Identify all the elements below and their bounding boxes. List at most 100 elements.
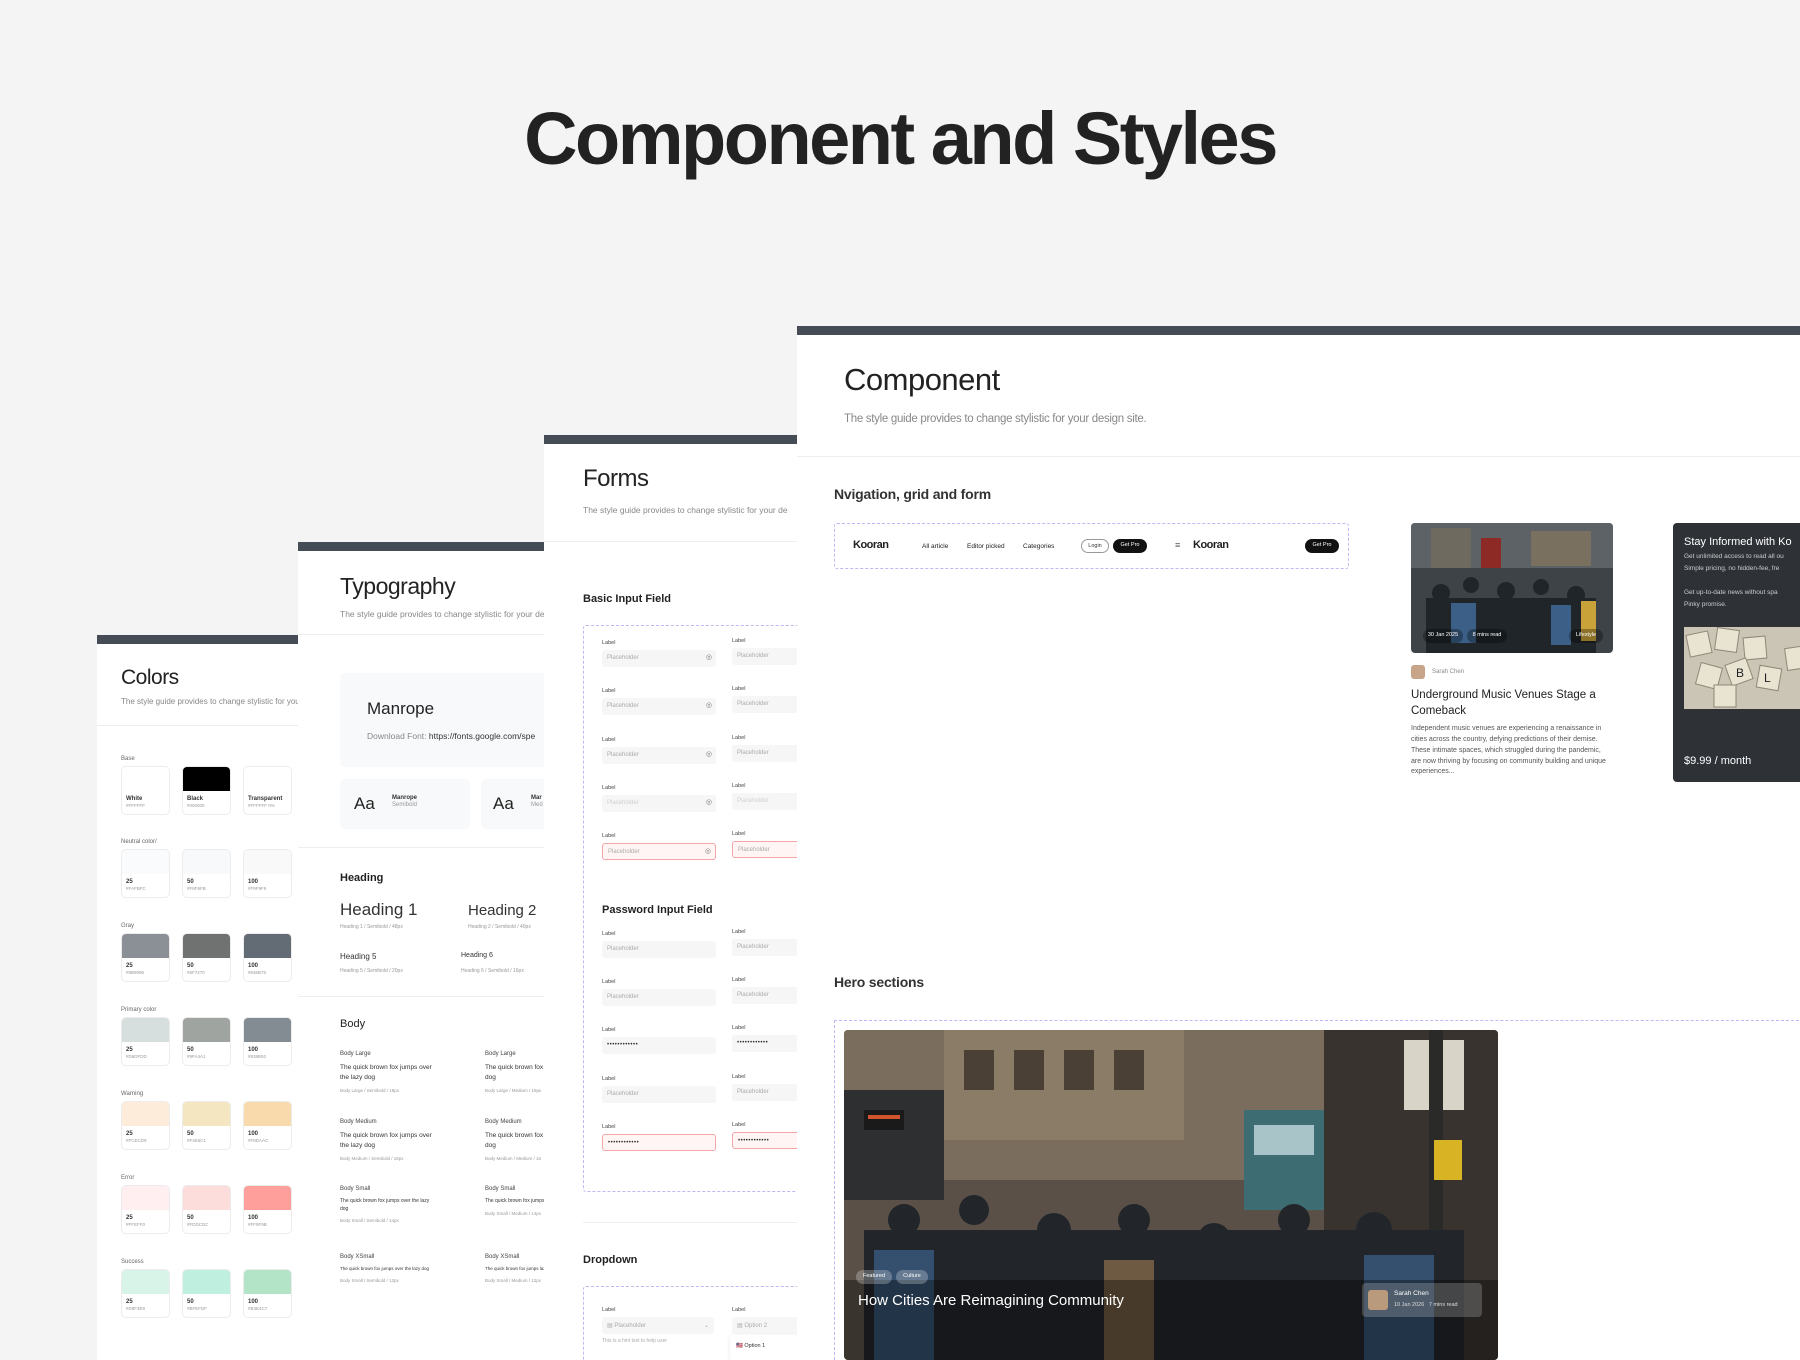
color-swatch[interactable]: 50 #9FA4A1 xyxy=(182,1017,231,1066)
eye-icon[interactable]: ◎ xyxy=(706,701,712,709)
password-input[interactable]: •••••••••••• xyxy=(602,1134,716,1151)
color-swatch[interactable]: Black #000000 xyxy=(182,766,231,815)
password-input[interactable]: Placeholder xyxy=(602,941,716,958)
password-input[interactable]: Placeholder xyxy=(732,987,802,1004)
color-caption: 100 #636B75 xyxy=(248,963,266,977)
nav-logo[interactable]: Kooran xyxy=(853,539,889,551)
input-placeholder: Placeholder xyxy=(608,849,640,855)
text-input[interactable]: Placeholder xyxy=(732,841,802,858)
login-button[interactable]: Login xyxy=(1081,539,1109,553)
sample-name: Manrope xyxy=(392,795,418,801)
color-swatch[interactable]: 25 #FCECD9 xyxy=(121,1101,170,1150)
body-section-title: Body xyxy=(340,1018,366,1030)
text-input[interactable]: Placeholder ◎ xyxy=(602,747,716,764)
text-input[interactable]: Placeholder ◎ xyxy=(602,698,716,715)
text-input[interactable]: Placeholder ◎ xyxy=(602,795,716,812)
text-input[interactable]: Placeholder ◎ xyxy=(602,843,716,860)
heading-6-meta: Heading 6 / Semibold / 16px xyxy=(461,968,524,974)
promo-line: Simple pricing, no hidden-fee, fre xyxy=(1684,565,1780,572)
field-label: Label xyxy=(602,931,616,937)
color-caption: Black #000000 xyxy=(187,796,205,810)
color-name: 50 xyxy=(187,962,194,969)
text-input[interactable]: Placeholder ◎ xyxy=(602,650,716,667)
color-chip xyxy=(244,934,291,958)
color-swatch[interactable]: 50 #FDDCDC xyxy=(182,1185,231,1234)
get-pro-button-mobile[interactable]: Get Pro xyxy=(1305,539,1339,553)
divider xyxy=(298,847,554,848)
card-tag[interactable]: Lifestyle xyxy=(1569,629,1603,643)
color-group-label: Base xyxy=(121,756,135,762)
aa-sample: Aa xyxy=(493,794,514,813)
article-card-image[interactable]: 30 Jan 2025 8 mins read Lifestyle xyxy=(1411,523,1613,653)
eye-icon[interactable]: ◎ xyxy=(706,798,712,806)
dropdown-select[interactable]: ▤ Placeholder ⌄ xyxy=(602,1317,714,1334)
color-swatch[interactable]: 100 #838B93 xyxy=(243,1017,292,1066)
password-input[interactable]: •••••••••••• xyxy=(732,1132,802,1149)
color-swatch[interactable]: 25 #8B9096 xyxy=(121,933,170,982)
input-placeholder: Placeholder xyxy=(607,655,639,661)
color-chip xyxy=(183,850,230,874)
color-hex: #8B9096 xyxy=(126,969,145,975)
color-chip xyxy=(244,767,291,791)
color-swatch[interactable]: 100 #F9F9F9 xyxy=(243,849,292,898)
pricing-promo-card[interactable]: Stay Informed with Ko Get unlimited acce… xyxy=(1673,523,1800,782)
color-hex: #FFEFF0 xyxy=(126,1221,146,1227)
dropdown-select-open[interactable]: ▤ Option 2 xyxy=(732,1317,802,1334)
password-input[interactable]: Placeholder xyxy=(602,1086,716,1103)
color-group-label: Success xyxy=(121,1259,144,1265)
color-group-label: Gray xyxy=(121,923,135,929)
eye-icon[interactable]: ◎ xyxy=(706,653,712,661)
option-1[interactable]: Option 1 xyxy=(744,1343,765,1349)
color-swatch[interactable]: White #FFFFFF xyxy=(121,766,170,815)
page-title: Component and Styles xyxy=(524,97,1278,180)
password-input[interactable]: •••••••••••• xyxy=(732,1035,802,1052)
color-swatch[interactable]: 25 #FFEFF0 xyxy=(121,1185,170,1234)
download-link[interactable]: https://fonts.google.com/spe xyxy=(429,731,535,741)
color-swatch[interactable]: 25 #D8F3E8 xyxy=(121,1269,170,1318)
eye-icon[interactable]: ◎ xyxy=(705,847,711,855)
nav-link-categories[interactable]: Categories xyxy=(1023,543,1054,550)
text-input[interactable]: Placeholder xyxy=(732,793,802,810)
color-swatch[interactable]: 100 #F8DAAC xyxy=(243,1101,292,1150)
color-swatch[interactable]: 50 #F4E6C1 xyxy=(182,1101,231,1150)
hero-tag-featured[interactable]: Featured xyxy=(856,1270,892,1284)
color-name: 100 xyxy=(248,962,259,969)
color-swatch[interactable]: 25 #D6DFDD xyxy=(121,1017,170,1066)
color-hex: #F8DAAC xyxy=(248,1137,269,1143)
menu-icon[interactable]: ≡ xyxy=(1175,540,1180,550)
color-swatch[interactable]: 100 #B3E4C7 xyxy=(243,1269,292,1318)
password-input[interactable]: Placeholder xyxy=(732,939,802,956)
password-input[interactable]: Placeholder xyxy=(602,989,716,1006)
color-swatch[interactable]: Transparent #FFFFFF 0% xyxy=(243,766,292,815)
color-swatch[interactable]: 100 #636B75 xyxy=(243,933,292,982)
password-input[interactable]: Placeholder xyxy=(732,1084,802,1101)
color-hex: #636B75 xyxy=(248,969,267,975)
text-input[interactable]: Placeholder xyxy=(732,696,802,713)
get-pro-button[interactable]: Get Pro xyxy=(1113,539,1147,553)
hero-title[interactable]: How Cities Are Reimagining Community xyxy=(858,1292,1124,1309)
color-swatch[interactable]: 100 #FF9F9B xyxy=(243,1185,292,1234)
color-swatch[interactable]: 50 #6F7270 xyxy=(182,933,231,982)
card-title[interactable]: Underground Music Venues Stage a Comebac… xyxy=(1411,688,1606,719)
color-swatch[interactable]: 50 #BFEFDF xyxy=(182,1269,231,1318)
color-hex: #FAFBFC xyxy=(126,885,146,891)
password-input[interactable]: •••••••••••• xyxy=(602,1037,716,1054)
divider xyxy=(298,996,554,997)
color-swatch[interactable]: 50 #F8F9FB xyxy=(182,849,231,898)
nav-logo-mobile[interactable]: Kooran xyxy=(1193,539,1229,551)
field-label: Label xyxy=(732,735,746,741)
body-sample-left: Body XSmall The quick brown fox jumps ove… xyxy=(340,1254,445,1283)
dropdown-menu[interactable]: 🇺🇸 Option 1 xyxy=(730,1335,802,1360)
color-swatch[interactable]: 25 #FAFBFC xyxy=(121,849,170,898)
nav-link-editor-picked[interactable]: Editor picked xyxy=(967,543,1005,550)
hero-tag-culture[interactable]: Culture xyxy=(896,1270,928,1284)
colors-subtitle: The style guide provides to change styli… xyxy=(121,697,307,706)
divider xyxy=(797,456,1800,457)
password-value: •••••••••••• xyxy=(607,1042,639,1048)
nav-link-all-article[interactable]: All article xyxy=(922,543,948,550)
eye-icon[interactable]: ◎ xyxy=(706,750,712,758)
hero-image[interactable]: Featured Culture How Cities Are Reimagin… xyxy=(844,1030,1498,1360)
typography-subtitle: The style guide provides to change styli… xyxy=(340,609,554,619)
text-input[interactable]: Placeholder xyxy=(732,745,802,762)
text-input[interactable]: Placeholder xyxy=(732,648,802,665)
